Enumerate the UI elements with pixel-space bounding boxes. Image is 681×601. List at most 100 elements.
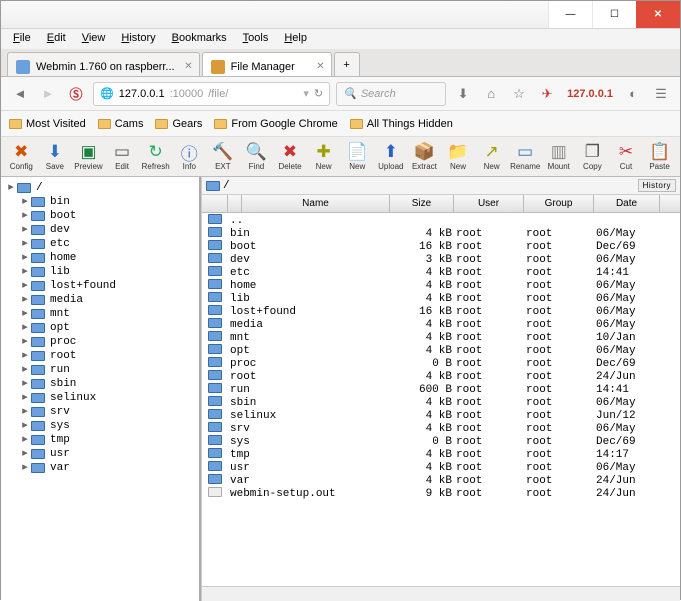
addon-icon[interactable]: ◐ (622, 83, 644, 105)
toolbtn-config[interactable]: ✖Config (5, 139, 38, 174)
toolbtn-mount[interactable]: ▥Mount (543, 139, 576, 174)
history-button[interactable]: History (638, 179, 676, 192)
tree-node[interactable]: ▸sys (3, 419, 197, 433)
file-row[interactable]: lost+found16 kBrootroot06/May (202, 305, 680, 318)
toolbtn-new[interactable]: ↗New (475, 139, 508, 174)
window-minimize-button[interactable]: — (548, 1, 592, 28)
file-row[interactable]: mnt4 kBrootroot10/Jan (202, 331, 680, 344)
bookmark-item[interactable]: From Google Chrome (214, 118, 337, 130)
horizontal-scrollbar[interactable] (202, 586, 680, 601)
file-list[interactable]: ..bin4 kBrootroot06/Mayboot16 kBrootroot… (202, 213, 680, 586)
tree-node[interactable]: ▸opt (3, 321, 197, 335)
column-headers[interactable]: Name Size User Group Date (202, 195, 680, 213)
tree-node[interactable]: ▸sbin (3, 377, 197, 391)
nav-back-button[interactable]: ◄ (9, 83, 31, 105)
toolbtn-find[interactable]: 🔍Find (240, 139, 273, 174)
toolbtn-ext[interactable]: 🔨EXT (207, 139, 240, 174)
bookmark-item[interactable]: All Things Hidden (350, 118, 453, 130)
tab[interactable]: Webmin 1.760 on raspberr...✕ (7, 52, 200, 76)
folder-tree[interactable]: ▸/▸bin▸boot▸dev▸etc▸home▸lib▸lost+found▸… (1, 177, 201, 601)
col-group[interactable]: Group (524, 195, 594, 212)
home-icon[interactable]: ⌂ (480, 83, 502, 105)
col-name[interactable]: Name (242, 195, 390, 212)
menu-view[interactable]: View (74, 29, 114, 49)
toolbtn-paste[interactable]: 📋Paste (643, 139, 676, 174)
parent-dir-row[interactable]: .. (202, 214, 680, 227)
tree-node[interactable]: ▸media (3, 293, 197, 307)
tree-node[interactable]: ▸lib (3, 265, 197, 279)
dropdown-icon[interactable]: ▾ (303, 87, 309, 100)
file-row[interactable]: dev3 kBrootroot06/May (202, 253, 680, 266)
menu-icon[interactable]: ☰ (650, 83, 672, 105)
tree-node[interactable]: ▸dev (3, 223, 197, 237)
close-icon[interactable]: ✕ (184, 61, 192, 72)
location-icon[interactable]: ✈ (536, 83, 558, 105)
file-row[interactable]: home4 kBrootroot06/May (202, 279, 680, 292)
toolbtn-new[interactable]: 📁New (442, 139, 475, 174)
col-user[interactable]: User (454, 195, 524, 212)
tree-node[interactable]: ▸home (3, 251, 197, 265)
tree-node[interactable]: ▸selinux (3, 391, 197, 405)
bookmark-item[interactable]: Gears (155, 118, 202, 130)
tree-node[interactable]: ▸var (3, 461, 197, 475)
toolbtn-extract[interactable]: 📦Extract (408, 139, 441, 174)
toolbtn-delete[interactable]: ✖Delete (274, 139, 307, 174)
toolbtn-edit[interactable]: ▭Edit (106, 139, 139, 174)
file-row[interactable]: opt4 kBrootroot06/May (202, 344, 680, 357)
new-tab-button[interactable]: + (334, 52, 360, 76)
file-row[interactable]: proc0 BrootrootDec/69 (202, 357, 680, 370)
bookmark-star-icon[interactable]: ☆ (508, 83, 530, 105)
tree-node[interactable]: ▸mnt (3, 307, 197, 321)
menu-tools[interactable]: Tools (235, 29, 277, 49)
file-row[interactable]: sys0 BrootrootDec/69 (202, 435, 680, 448)
toolbtn-rename[interactable]: ▭Rename (509, 139, 542, 174)
file-row[interactable]: bin4 kBrootroot06/May (202, 227, 680, 240)
col-size[interactable]: Size (390, 195, 454, 212)
bookmark-item[interactable]: Cams (98, 118, 144, 130)
window-maximize-button[interactable]: ☐ (592, 1, 636, 28)
toolbtn-new[interactable]: 📄New (341, 139, 374, 174)
file-row[interactable]: lib4 kBrootroot06/May (202, 292, 680, 305)
search-box[interactable]: 🔍 Search (336, 82, 446, 106)
url-bar[interactable]: 🌐 127.0.0.1:10000/file/ ▾ ↻ (93, 82, 330, 106)
bookmark-item[interactable]: Most Visited (9, 118, 86, 130)
tree-node[interactable]: ▸tmp (3, 433, 197, 447)
tree-node[interactable]: ▸root (3, 349, 197, 363)
file-row[interactable]: media4 kBrootroot06/May (202, 318, 680, 331)
tree-node[interactable]: ▸etc (3, 237, 197, 251)
file-row[interactable]: selinux4 kBrootrootJun/12 (202, 409, 680, 422)
menu-bookmarks[interactable]: Bookmarks (164, 29, 235, 49)
toolbtn-new[interactable]: ✚New (307, 139, 340, 174)
file-row[interactable]: boot16 kBrootrootDec/69 (202, 240, 680, 253)
window-close-button[interactable]: ✕ (636, 1, 680, 28)
close-icon[interactable]: ✕ (316, 61, 324, 72)
downloads-icon[interactable]: ⬇ (452, 83, 474, 105)
tree-node[interactable]: ▸proc (3, 335, 197, 349)
tree-node[interactable]: ▸run (3, 363, 197, 377)
file-row[interactable]: run600 Brootroot14:41 (202, 383, 680, 396)
file-row[interactable]: var4 kBrootroot24/Jun (202, 474, 680, 487)
nav-noscript-icon[interactable]: Ⓢ (65, 83, 87, 105)
col-icon[interactable] (202, 195, 228, 212)
toolbtn-preview[interactable]: ▣Preview (72, 139, 105, 174)
tree-node[interactable]: ▸bin (3, 195, 197, 209)
file-row[interactable]: tmp4 kBrootroot14:17 (202, 448, 680, 461)
toolbtn-upload[interactable]: ⬆Upload (375, 139, 408, 174)
menu-file[interactable]: File (5, 29, 39, 49)
tree-node[interactable]: ▸usr (3, 447, 197, 461)
toolbtn-cut[interactable]: ✂Cut (610, 139, 643, 174)
toolbtn-copy[interactable]: ❐Copy (576, 139, 609, 174)
tab[interactable]: File Manager✕ (202, 52, 332, 76)
menu-edit[interactable]: Edit (39, 29, 74, 49)
file-row[interactable]: webmin-setup.out9 kBrootroot24/Jun (202, 487, 680, 500)
toolbtn-refresh[interactable]: ↻Refresh (139, 139, 172, 174)
file-row[interactable]: usr4 kBrootroot06/May (202, 461, 680, 474)
file-row[interactable]: etc4 kBrootroot14:41 (202, 266, 680, 279)
file-row[interactable]: sbin4 kBrootroot06/May (202, 396, 680, 409)
toolbtn-save[interactable]: ⬇Save (39, 139, 72, 174)
col-date[interactable]: Date (594, 195, 660, 212)
reload-icon[interactable]: ↻ (314, 87, 323, 100)
menu-history[interactable]: History (113, 29, 163, 49)
menu-help[interactable]: Help (276, 29, 315, 49)
file-row[interactable]: srv4 kBrootroot06/May (202, 422, 680, 435)
